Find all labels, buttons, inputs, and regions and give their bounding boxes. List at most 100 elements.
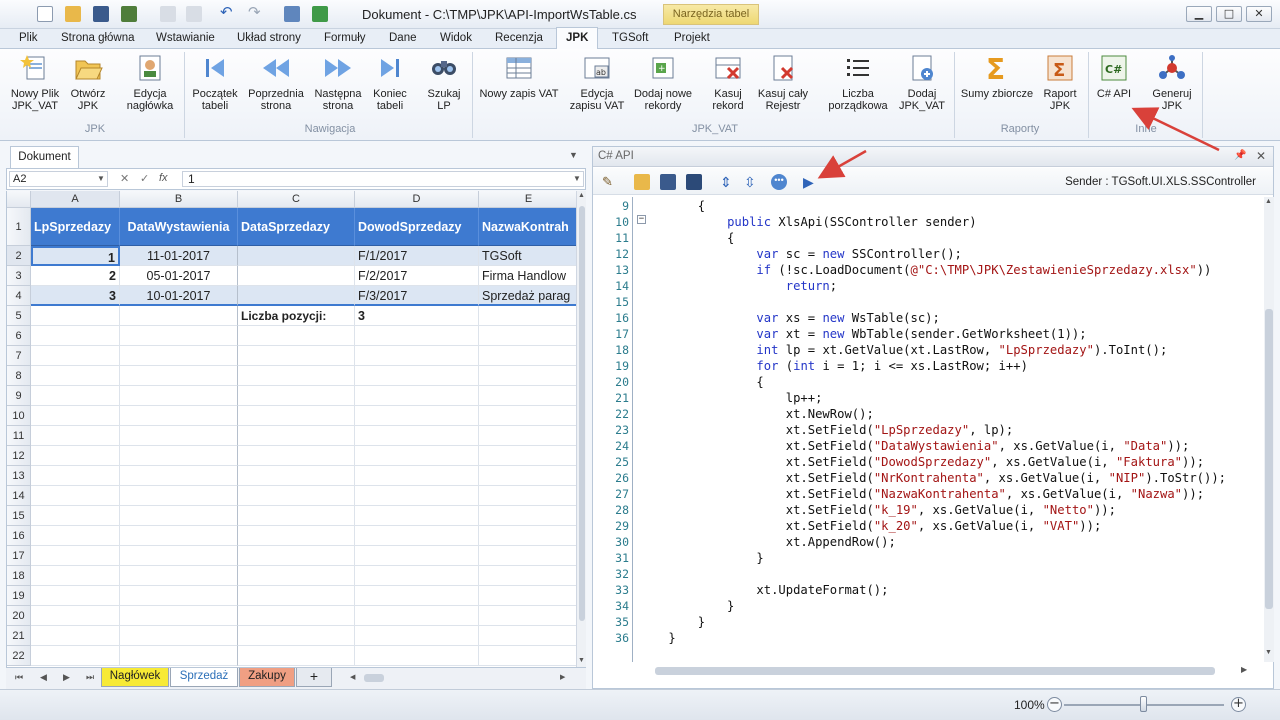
last-sheet-icon[interactable]: ⏭ [86,672,94,683]
empty-cell[interactable] [120,446,238,466]
edycja-zapisu-vat-button[interactable]: ab Edycja zapisu VAT [566,53,628,112]
row-header[interactable]: 20 [7,606,31,626]
row-header[interactable]: 22 [7,646,31,666]
arrow-down-icon[interactable]: ▼ [1265,649,1272,656]
tab-formuly[interactable]: Formuły [324,32,366,44]
empty-cell[interactable] [120,306,238,326]
table-header-cell[interactable]: DataSprzedazy [238,208,355,246]
close-button[interactable]: ✕ [1246,6,1272,22]
sumy-zbiorcze-button[interactable]: Σ Sumy zbiorcze [960,53,1034,100]
cancel-formula-icon[interactable]: ✕ [120,172,129,185]
vertical-scrollbar[interactable]: ▲ ▼ [1264,197,1274,662]
row-header[interactable]: 7 [7,346,31,366]
vertical-scrollbar[interactable]: ▲ ▼ [576,191,586,669]
empty-cell[interactable] [238,586,355,606]
empty-cell[interactable] [120,566,238,586]
csharp-api-button[interactable]: C# C# API [1092,53,1136,100]
name-box[interactable]: A2 [9,171,108,187]
poczatek-tabeli-button[interactable]: Początek tabeli [190,53,240,112]
sheet-tab-sprzedaz[interactable]: Sprzedaż [170,668,238,687]
empty-cell[interactable] [479,526,576,546]
zoom-in-button[interactable]: + [1231,697,1246,712]
row-header[interactable]: 8 [7,366,31,386]
table-cell[interactable]: TGSoft [479,246,576,266]
row-header[interactable]: 21 [7,626,31,646]
empty-cell[interactable] [238,486,355,506]
row-header[interactable]: 19 [7,586,31,606]
chevron-down-icon[interactable]: ▼ [569,150,578,160]
scrollbar-thumb[interactable] [655,667,1215,675]
empty-cell[interactable] [355,346,479,366]
empty-cell[interactable] [120,346,238,366]
empty-cell[interactable] [120,326,238,346]
zoom-slider-thumb[interactable] [1140,696,1147,712]
empty-cell[interactable] [31,326,120,346]
empty-cell[interactable] [355,466,479,486]
empty-cell[interactable] [479,326,576,346]
wrench-icon[interactable]: ✎ [602,174,618,190]
next-sheet-icon[interactable]: ▶ [63,672,70,683]
empty-cell[interactable] [120,386,238,406]
sheet-tab-naglowek[interactable]: Nagłówek [101,668,169,687]
table-header-cell[interactable]: DowodSprzedazy [355,208,479,246]
empty-cell[interactable] [479,546,576,566]
empty-cell[interactable] [31,366,120,386]
dodaj-nowe-rekordy-button[interactable]: + Dodaj nowe rekordy [630,53,696,112]
dodaj-jpk-vat-button[interactable]: Dodaj JPK_VAT [894,53,950,112]
empty-cell[interactable] [238,346,355,366]
empty-cell[interactable] [120,466,238,486]
table-cell[interactable] [238,286,355,306]
summary-value[interactable]: 3 [355,306,479,326]
empty-cell[interactable] [238,526,355,546]
scrollbar-thumb[interactable] [1265,309,1273,609]
empty-cell[interactable] [355,406,479,426]
column-header-d[interactable]: D [355,191,479,208]
liczba-porzadkowa-button[interactable]: Liczba porządkowa [826,53,890,112]
close-icon[interactable]: ✕ [1256,149,1266,163]
empty-cell[interactable] [120,366,238,386]
empty-cell[interactable] [355,486,479,506]
empty-cell[interactable] [238,626,355,646]
tab-widok[interactable]: Widok [440,32,472,44]
empty-cell[interactable] [479,586,576,606]
empty-cell[interactable] [31,426,120,446]
empty-cell[interactable] [479,346,576,366]
spreadsheet-grid[interactable]: A B C D E 1 LpSprzedazy DataWystawienia Dat… [6,191,576,669]
row-header[interactable]: 11 [7,426,31,446]
table-cell[interactable]: Sprzedaż parag [479,286,576,306]
nowy-plik-button[interactable]: Nowy Plik JPK_VAT [8,53,62,112]
szukaj-lp-button[interactable]: Szukaj LP [422,53,466,112]
empty-cell[interactable] [31,626,120,646]
empty-cell[interactable] [238,646,355,666]
empty-cell[interactable] [238,606,355,626]
redo-icon[interactable]: ↷ [248,5,264,22]
empty-cell[interactable] [120,646,238,666]
empty-cell[interactable] [31,586,120,606]
row-header[interactable]: 1 [7,208,31,246]
empty-cell[interactable] [355,506,479,526]
run-icon[interactable]: ▶ [803,174,819,190]
row-header[interactable]: 2 [7,246,31,266]
table-header-cell[interactable]: LpSprzedazy [31,208,120,246]
row-header[interactable]: 15 [7,506,31,526]
zoom-out-button[interactable]: − [1047,697,1062,712]
table-cell[interactable]: 10-01-2017 [120,286,238,306]
prev-sheet-icon[interactable]: ◀ [40,672,47,683]
table-cell[interactable]: F/2/2017 [355,266,479,286]
empty-cell[interactable] [355,606,479,626]
empty-cell[interactable] [120,626,238,646]
empty-cell[interactable] [479,406,576,426]
empty-cell[interactable] [238,466,355,486]
arrow-up-icon[interactable]: ▲ [578,192,585,199]
kasuj-caly-rejestr-button[interactable]: Kasuj cały Rejestr [754,53,812,112]
empty-cell[interactable] [31,486,120,506]
empty-cell[interactable] [31,346,120,366]
collapse-icon[interactable]: ⇳ [744,174,760,190]
empty-cell[interactable] [355,626,479,646]
tab-projekt[interactable]: Projekt [674,32,710,44]
empty-cell[interactable] [355,446,479,466]
maximize-button[interactable]: □ [1216,6,1242,22]
empty-cell[interactable] [120,406,238,426]
tab-uklad-strony[interactable]: Układ strony [237,32,301,44]
empty-cell[interactable] [120,586,238,606]
